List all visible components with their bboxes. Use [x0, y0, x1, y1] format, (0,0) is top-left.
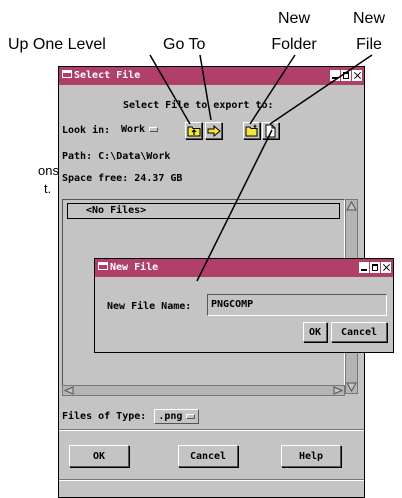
new-file-ok-button[interactable]: OK — [303, 322, 327, 342]
up-folder-icon — [187, 126, 200, 136]
maximize-icon[interactable] — [341, 70, 351, 81]
minimize-icon[interactable] — [359, 262, 369, 273]
window-icon — [98, 262, 108, 270]
path-label: Path: — [62, 151, 93, 162]
horizontal-scrollbar[interactable] — [62, 385, 345, 396]
callout-new-folder: New Folder — [264, 9, 324, 54]
new-file-name-input[interactable]: PNGCOMP — [207, 294, 387, 316]
scroll-down-arrow-icon[interactable] — [346, 381, 357, 392]
close-icon[interactable] — [381, 262, 391, 273]
space-label: Space free: — [62, 173, 129, 184]
cancel-button[interactable]: Cancel — [178, 445, 238, 467]
close-icon[interactable] — [352, 70, 362, 81]
callout-new-folder-line2: Folder — [271, 36, 317, 53]
go-to-button[interactable] — [205, 122, 222, 139]
new-file-name-label: New File Name: — [107, 301, 192, 312]
select-file-prompt: Select File to export to: — [123, 100, 274, 111]
ok-button[interactable]: OK — [69, 445, 129, 467]
maximize-icon[interactable] — [370, 262, 380, 273]
scroll-up-arrow-icon[interactable] — [346, 201, 357, 212]
new-file-cancel-button[interactable]: Cancel — [331, 322, 387, 342]
new-folder-button[interactable] — [243, 122, 260, 139]
callout-new-folder-line1: New — [277, 10, 310, 27]
select-file-title: Select File — [74, 70, 141, 81]
new-file-dialog: New File New File Name: PNGCOMP OK Cance… — [94, 258, 394, 353]
select-file-titlebar[interactable]: Select File — [59, 67, 364, 85]
callout-new-file-line2: File — [356, 36, 382, 53]
look-in-label: Look in: — [62, 125, 111, 136]
scroll-right-arrow-icon[interactable] — [333, 386, 343, 395]
minimize-icon[interactable] — [330, 70, 340, 81]
look-in-dropdown[interactable]: Work — [121, 123, 159, 137]
divider — [59, 479, 364, 481]
new-file-button[interactable] — [262, 122, 279, 139]
up-one-level-button[interactable] — [185, 122, 202, 139]
help-button[interactable]: Help — [281, 445, 341, 467]
files-of-type-row: Files of Type: .png — [62, 409, 200, 425]
dropdown-indicator — [186, 413, 196, 419]
side-note-line2: t. — [44, 181, 52, 196]
new-file-icon — [265, 124, 276, 137]
scroll-left-arrow-icon[interactable] — [64, 386, 74, 395]
files-of-type-value: .png — [158, 411, 183, 422]
path-value: C:\Data\Work — [98, 151, 171, 162]
files-of-type-label: Files of Type: — [62, 411, 147, 422]
space-value: 24.37 GB — [134, 173, 183, 184]
callout-new-file-line1: New — [352, 10, 385, 27]
new-folder-icon — [245, 124, 257, 137]
new-file-title: New File — [110, 262, 159, 273]
dropdown-indicator — [149, 126, 159, 132]
new-file-titlebar[interactable]: New File — [95, 259, 393, 277]
callout-new-file: New File — [344, 9, 394, 54]
callout-go-to: Go To — [163, 36, 206, 53]
look-in-value: Work — [121, 124, 146, 135]
side-note-line1: ons — [38, 163, 58, 178]
path-row: Path: C:\Data\Work — [62, 151, 170, 162]
window-icon — [62, 70, 72, 78]
goto-arrow-icon — [207, 124, 221, 137]
space-row: Space free: 24.37 GB — [62, 173, 182, 184]
side-note: ons t. — [38, 162, 58, 198]
callout-up-one-level: Up One Level — [8, 36, 106, 53]
divider — [59, 429, 364, 431]
files-of-type-dropdown[interactable]: .png — [154, 409, 200, 424]
list-header[interactable]: <No Files> — [67, 203, 340, 219]
